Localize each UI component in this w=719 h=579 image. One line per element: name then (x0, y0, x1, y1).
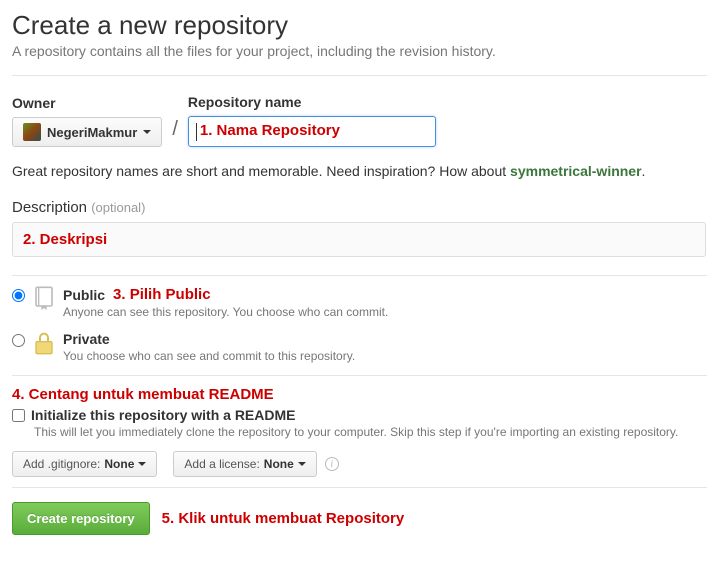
divider (12, 375, 707, 376)
repo-public-icon (33, 286, 55, 310)
init-readme-checkbox[interactable] (12, 409, 25, 422)
page-title: Create a new repository (12, 10, 707, 41)
owner-select[interactable]: NegeriMakmur (12, 117, 162, 147)
lock-icon (33, 331, 55, 355)
separator-slash: / (168, 118, 182, 147)
init-readme-desc: This will let you immediately clone the … (34, 425, 707, 439)
annotation-4: 4. Centang untuk membuat README (12, 386, 707, 403)
annotation-3: 3. Pilih Public (113, 286, 211, 303)
divider (12, 275, 707, 276)
visibility-private-radio[interactable] (12, 334, 25, 347)
description-input[interactable]: 2. Deskripsi (12, 222, 706, 257)
name-hint: Great repository names are short and mem… (12, 163, 707, 179)
info-icon[interactable]: i (325, 457, 339, 471)
text-cursor (196, 123, 197, 141)
repo-name-label: Repository name (188, 94, 436, 110)
annotation-5: 5. Klik untuk membuat Repository (162, 510, 405, 527)
caret-down-icon (138, 462, 146, 466)
avatar (23, 123, 41, 141)
description-label: Description (optional) (12, 199, 707, 216)
suggestion-link[interactable]: symmetrical-winner (510, 163, 642, 179)
caret-down-icon (298, 462, 306, 466)
visibility-private-title: Private (63, 331, 355, 347)
create-repository-button[interactable]: Create repository (12, 502, 150, 535)
gitignore-select[interactable]: Add .gitignore: None (12, 451, 157, 477)
license-select[interactable]: Add a license: None (173, 451, 316, 477)
annotation-2: 2. Deskripsi (23, 231, 107, 248)
visibility-private-desc: You choose who can see and commit to thi… (63, 349, 355, 363)
visibility-public-desc: Anyone can see this repository. You choo… (63, 305, 388, 319)
owner-name: NegeriMakmur (47, 125, 137, 140)
page-subtitle: A repository contains all the files for … (12, 43, 707, 59)
visibility-public-title: Public (63, 287, 105, 303)
caret-down-icon (143, 130, 151, 134)
visibility-public-radio[interactable] (12, 289, 25, 302)
init-readme-label: Initialize this repository with a README (31, 407, 295, 423)
repo-name-input[interactable] (188, 116, 436, 147)
owner-label: Owner (12, 95, 162, 111)
divider (12, 487, 707, 488)
divider (12, 75, 707, 76)
